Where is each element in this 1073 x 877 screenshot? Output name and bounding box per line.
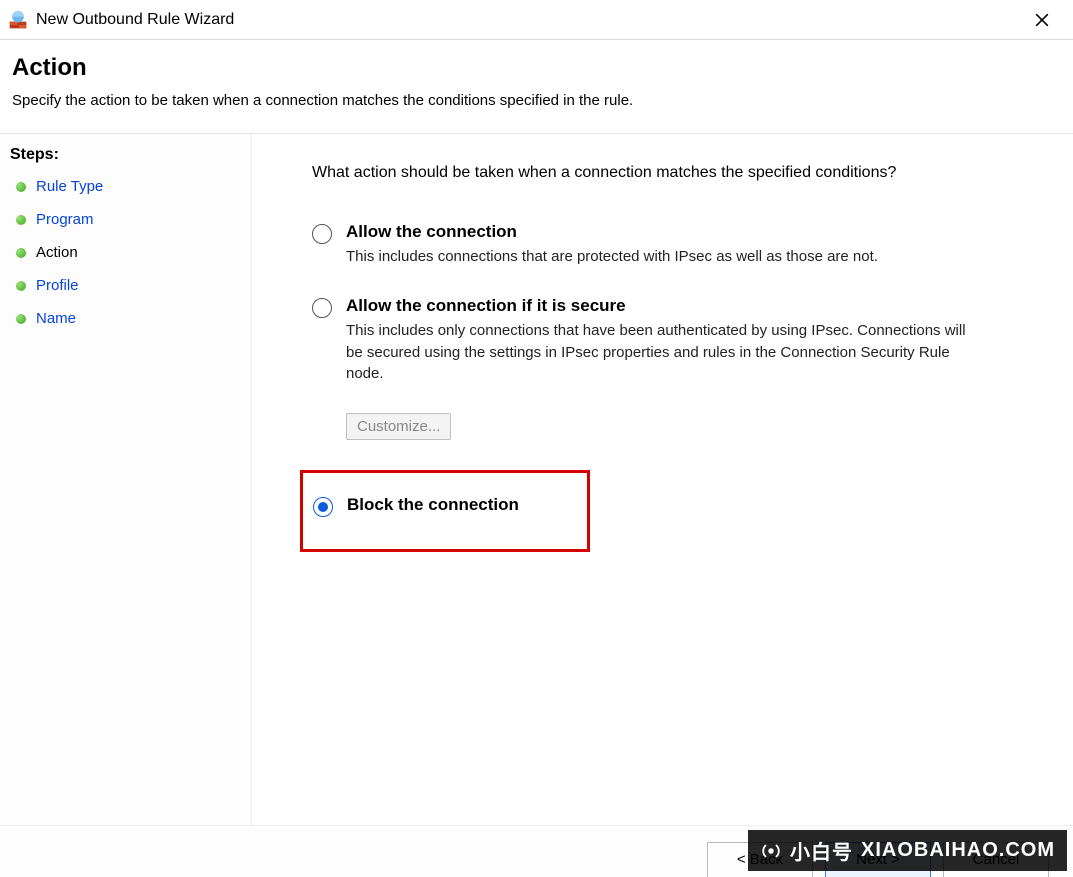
watermark: 小白号 XIAOBAIHAO.COM — [748, 830, 1067, 871]
watermark-en: XIAOBAIHAO.COM — [861, 839, 1055, 862]
step-rule-type[interactable]: Rule Type — [0, 170, 251, 203]
close-button[interactable] — [1019, 4, 1065, 36]
firewall-icon — [8, 10, 28, 30]
step-label: Program — [36, 211, 94, 228]
page-heading: Action — [12, 54, 1061, 82]
step-program[interactable]: Program — [0, 203, 251, 236]
option-allow-secure[interactable]: Allow the connection if it is secure Thi… — [312, 296, 1027, 385]
watermark-cn: 小白号 — [790, 836, 853, 865]
title-bar: New Outbound Rule Wizard — [0, 0, 1073, 40]
option-label: Block the connection — [347, 495, 519, 515]
radio-icon — [312, 298, 332, 318]
radio-icon — [313, 497, 333, 517]
option-desc: This includes connections that are prote… — [346, 246, 878, 268]
radio-icon — [312, 224, 332, 244]
content-prompt: What action should be taken when a conne… — [312, 164, 1027, 182]
option-label: Allow the connection — [346, 222, 878, 242]
highlight-annotation: Block the connection — [300, 470, 590, 552]
broadcast-icon — [760, 840, 782, 862]
option-block[interactable]: Block the connection — [313, 495, 569, 519]
step-profile[interactable]: Profile — [0, 269, 251, 302]
step-label: Name — [36, 310, 76, 327]
steps-pane: Steps: Rule Type Program Action Profile … — [0, 134, 252, 825]
step-label: Rule Type — [36, 178, 103, 195]
customize-button: Customize... — [346, 413, 451, 440]
step-bullet-icon — [16, 215, 26, 225]
step-bullet-icon — [16, 314, 26, 324]
page-subtitle: Specify the action to be taken when a co… — [12, 92, 1061, 109]
step-bullet-icon — [16, 182, 26, 192]
steps-heading: Steps: — [0, 140, 251, 170]
step-action[interactable]: Action — [0, 236, 251, 269]
step-name[interactable]: Name — [0, 302, 251, 335]
option-label: Allow the connection if it is secure — [346, 296, 986, 316]
option-allow[interactable]: Allow the connection This includes conne… — [312, 222, 1027, 268]
step-bullet-icon — [16, 281, 26, 291]
step-label: Action — [36, 244, 78, 261]
wizard-header: Action Specify the action to be taken wh… — [0, 40, 1073, 134]
step-label: Profile — [36, 277, 79, 294]
window-title: New Outbound Rule Wizard — [36, 11, 234, 29]
close-icon — [1035, 13, 1049, 27]
option-desc: This includes only connections that have… — [346, 320, 986, 385]
step-bullet-icon — [16, 248, 26, 258]
wizard-content: What action should be taken when a conne… — [252, 134, 1073, 825]
